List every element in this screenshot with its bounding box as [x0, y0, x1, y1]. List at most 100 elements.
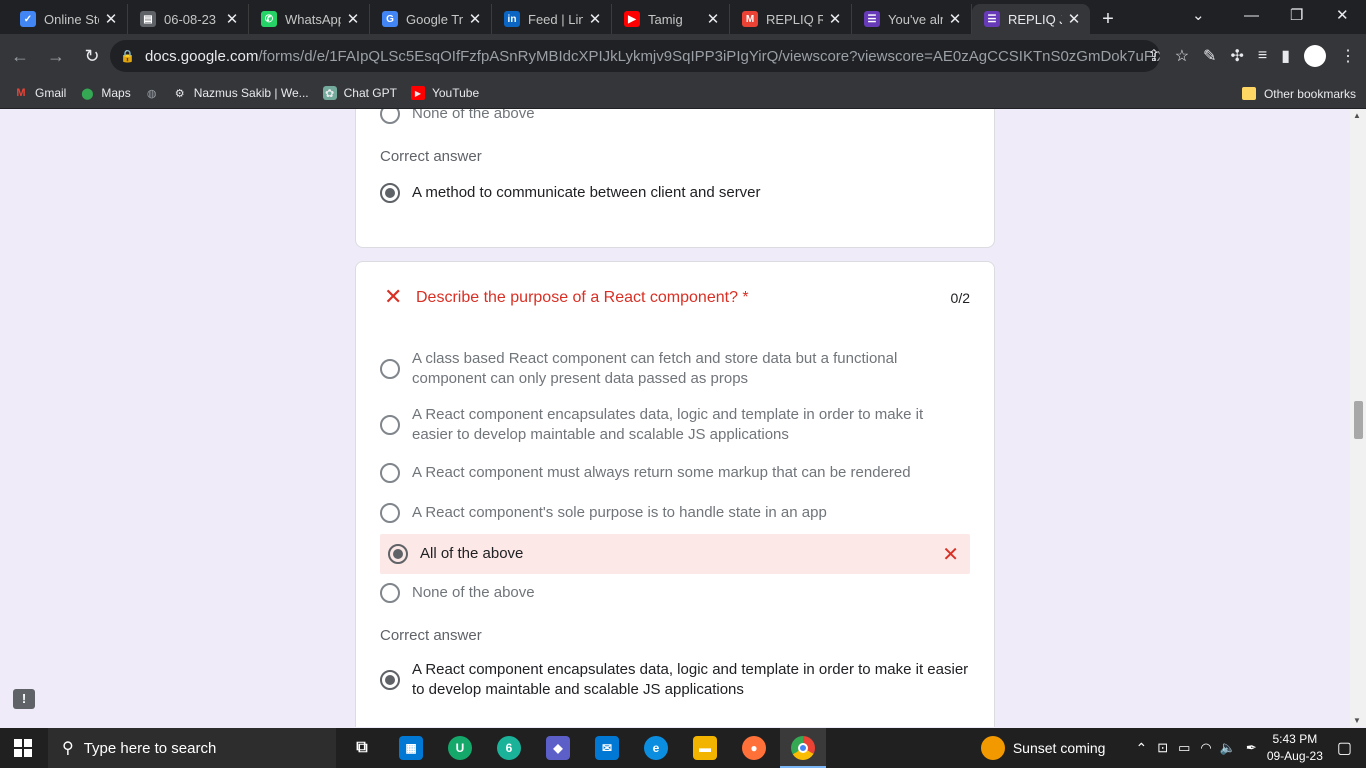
microsoft-store-icon[interactable]: ▦: [399, 736, 423, 760]
clock[interactable]: 5:43 PM 09-Aug-23: [1267, 731, 1323, 765]
scroll-up-arrow-icon[interactable]: ▲: [1353, 111, 1361, 120]
tab-search-button[interactable]: ⌄: [1192, 0, 1205, 30]
tab-7[interactable]: M REPLIQ Re✕: [730, 4, 852, 34]
tab-title: 06-08-23 M: [164, 11, 220, 27]
task-view-icon[interactable]: ⧉: [350, 736, 374, 760]
radio-icon: [380, 503, 400, 523]
tab-6[interactable]: ▶ Tamig ✕: [612, 4, 730, 34]
tab-close-icon[interactable]: ✕: [224, 10, 240, 28]
option-3: A React component must always return som…: [380, 463, 911, 483]
tab-3[interactable]: ✆ WhatsApp ✕: [249, 4, 370, 34]
tab-2[interactable]: ▤ 06-08-23 M✕: [128, 4, 249, 34]
tab-title: REPLIQ Jr I: [1008, 11, 1062, 27]
tab-favicon-icon: ✆: [261, 11, 277, 27]
option-5-selected: All of the above: [388, 544, 523, 564]
tab-close-icon[interactable]: ✕: [1066, 10, 1082, 28]
profile-avatar[interactable]: [1304, 45, 1326, 67]
tab-favicon-icon: ☰: [864, 11, 880, 27]
bookmark-gmail[interactable]: M Gmail: [14, 86, 66, 100]
share-icon[interactable]: ⇪: [1147, 46, 1160, 66]
eyedropper-icon[interactable]: ✎: [1203, 46, 1216, 66]
scroll-down-arrow-icon[interactable]: ▼: [1353, 716, 1361, 725]
tab-5[interactable]: in Feed | Link✕: [492, 4, 612, 34]
tab-close-icon[interactable]: ✕: [587, 10, 603, 28]
sunset-weather-icon[interactable]: [980, 736, 1005, 760]
question-card-previous: None of the above Correct answer A metho…: [355, 109, 995, 248]
youtube-icon: ▶: [410, 86, 425, 100]
tab-close-icon[interactable]: ✕: [705, 10, 721, 28]
tab-8[interactable]: ☰ You've alre✕: [852, 4, 972, 34]
report-feedback-icon[interactable]: !: [13, 689, 35, 709]
chrome-taskbar-button[interactable]: [780, 728, 826, 768]
bookmark-youtube[interactable]: ▶ YouTube: [410, 86, 479, 100]
tab-favicon-icon: ☰: [984, 11, 1000, 27]
bookmark-chatgpt[interactable]: ✿ Chat GPT: [322, 86, 397, 100]
gmail-icon: M: [16, 87, 26, 99]
tab-close-icon[interactable]: ✕: [947, 10, 963, 28]
volume-icon[interactable]: 🔈: [1220, 740, 1236, 756]
reload-button[interactable]: ↻: [76, 40, 108, 72]
lock-icon: 🔒: [120, 49, 135, 63]
media-control-icon[interactable]: ≡: [1258, 47, 1267, 65]
app-icon-green[interactable]: 6: [497, 736, 521, 760]
close-window-button[interactable]: ✕: [1336, 0, 1349, 30]
folder-icon: [1241, 87, 1256, 100]
bookmark-star-icon[interactable]: ☆: [1175, 46, 1189, 66]
clock-date: 09-Aug-23: [1266, 749, 1323, 763]
option-1: A class based React component can fetch …: [380, 349, 940, 389]
tab-list: ✓Online Sto✕▤06-08-23 M✕✆WhatsApp✕GGoogl…: [0, 0, 1090, 34]
taskbar-search-box[interactable]: ⚲ Type here to search: [48, 728, 336, 768]
tab-close-icon[interactable]: ✕: [103, 10, 119, 28]
address-bar[interactable]: 🔒 docs.google.com/forms/d/e/1FAIpQLSc5Es…: [110, 40, 1160, 72]
firefox-icon[interactable]: ●: [742, 736, 766, 760]
browser-tab-strip: ✓Online Sto✕▤06-08-23 M✕✆WhatsApp✕GGoogl…: [0, 0, 1366, 34]
tab-9[interactable]: ☰ REPLIQ Jr I✕: [972, 4, 1090, 34]
tab-1[interactable]: ✓ Online Sto ✕: [8, 4, 128, 34]
minimize-button[interactable]: —: [1244, 0, 1259, 30]
extensions-icon[interactable]: ✣: [1230, 46, 1243, 66]
back-button[interactable]: ←: [4, 40, 36, 72]
upwork-icon[interactable]: U: [448, 736, 472, 760]
notifications-icon[interactable]: ▢: [1337, 738, 1352, 758]
chevron-up-icon[interactable]: ⌃: [1135, 740, 1147, 757]
correct-answer-label: Correct answer: [380, 627, 482, 644]
tab-close-icon[interactable]: ✕: [467, 10, 483, 28]
menu-icon[interactable]: ⋮: [1340, 46, 1356, 66]
battery-icon[interactable]: ▭: [1178, 740, 1190, 756]
incorrect-x-icon: ✕: [384, 284, 403, 309]
tab-title: Google Tra: [406, 11, 463, 27]
vscode-like-icon[interactable]: ◆: [546, 736, 570, 760]
bookmark-globe[interactable]: ◍: [145, 86, 159, 100]
radio-icon: [380, 463, 400, 483]
mail-icon[interactable]: ✉: [595, 736, 619, 760]
question-score: 0/2: [950, 290, 970, 306]
wifi-icon[interactable]: ◠: [1200, 740, 1211, 756]
meet-now-icon[interactable]: ⊡: [1157, 740, 1168, 756]
edge-icon[interactable]: e: [644, 736, 668, 760]
weather-text[interactable]: Sunset coming: [1013, 740, 1106, 756]
restore-button[interactable]: ❐: [1290, 0, 1303, 30]
selected-wrong-answer-row: All of the above ✕: [380, 534, 970, 574]
tab-favicon-icon: ▶: [624, 11, 640, 27]
tab-close-icon[interactable]: ✕: [827, 10, 843, 28]
radio-selected-icon: [380, 183, 400, 203]
bookmarks-bar: M Gmail ⬤ Maps ◍ ⚙ Nazmus Sakib | We... ✿ Ch…: [0, 78, 1366, 109]
windows-start-icon[interactable]: [14, 739, 32, 757]
chrome-icon: [791, 736, 815, 760]
correct-answer-option: A method to communicate between client a…: [380, 183, 761, 203]
scrollbar-thumb[interactable]: [1354, 401, 1363, 439]
forward-button[interactable]: →: [40, 40, 72, 72]
other-bookmarks[interactable]: Other bookmarks: [1241, 78, 1356, 109]
new-tab-button[interactable]: +: [1090, 4, 1126, 34]
radio-selected-icon: [388, 544, 408, 564]
side-panel-icon[interactable]: ▮: [1281, 46, 1290, 66]
tab-favicon-icon: ✓: [20, 11, 36, 27]
pen-icon[interactable]: ✒: [1246, 740, 1257, 756]
tab-4[interactable]: G Google Tra✕: [370, 4, 492, 34]
bookmark-maps[interactable]: ⬤ Maps: [80, 86, 131, 100]
tab-close-icon[interactable]: ✕: [345, 10, 361, 28]
page-scrollbar[interactable]: ▲ ▼: [1350, 109, 1366, 727]
windows-taskbar: ⚲ Type here to search ⧉ ▦ U 6 ◆ ✉ e ▬ ● …: [0, 728, 1366, 768]
file-explorer-icon[interactable]: ▬: [693, 736, 717, 760]
bookmark-nazmus[interactable]: ⚙ Nazmus Sakib | We...: [173, 86, 309, 100]
